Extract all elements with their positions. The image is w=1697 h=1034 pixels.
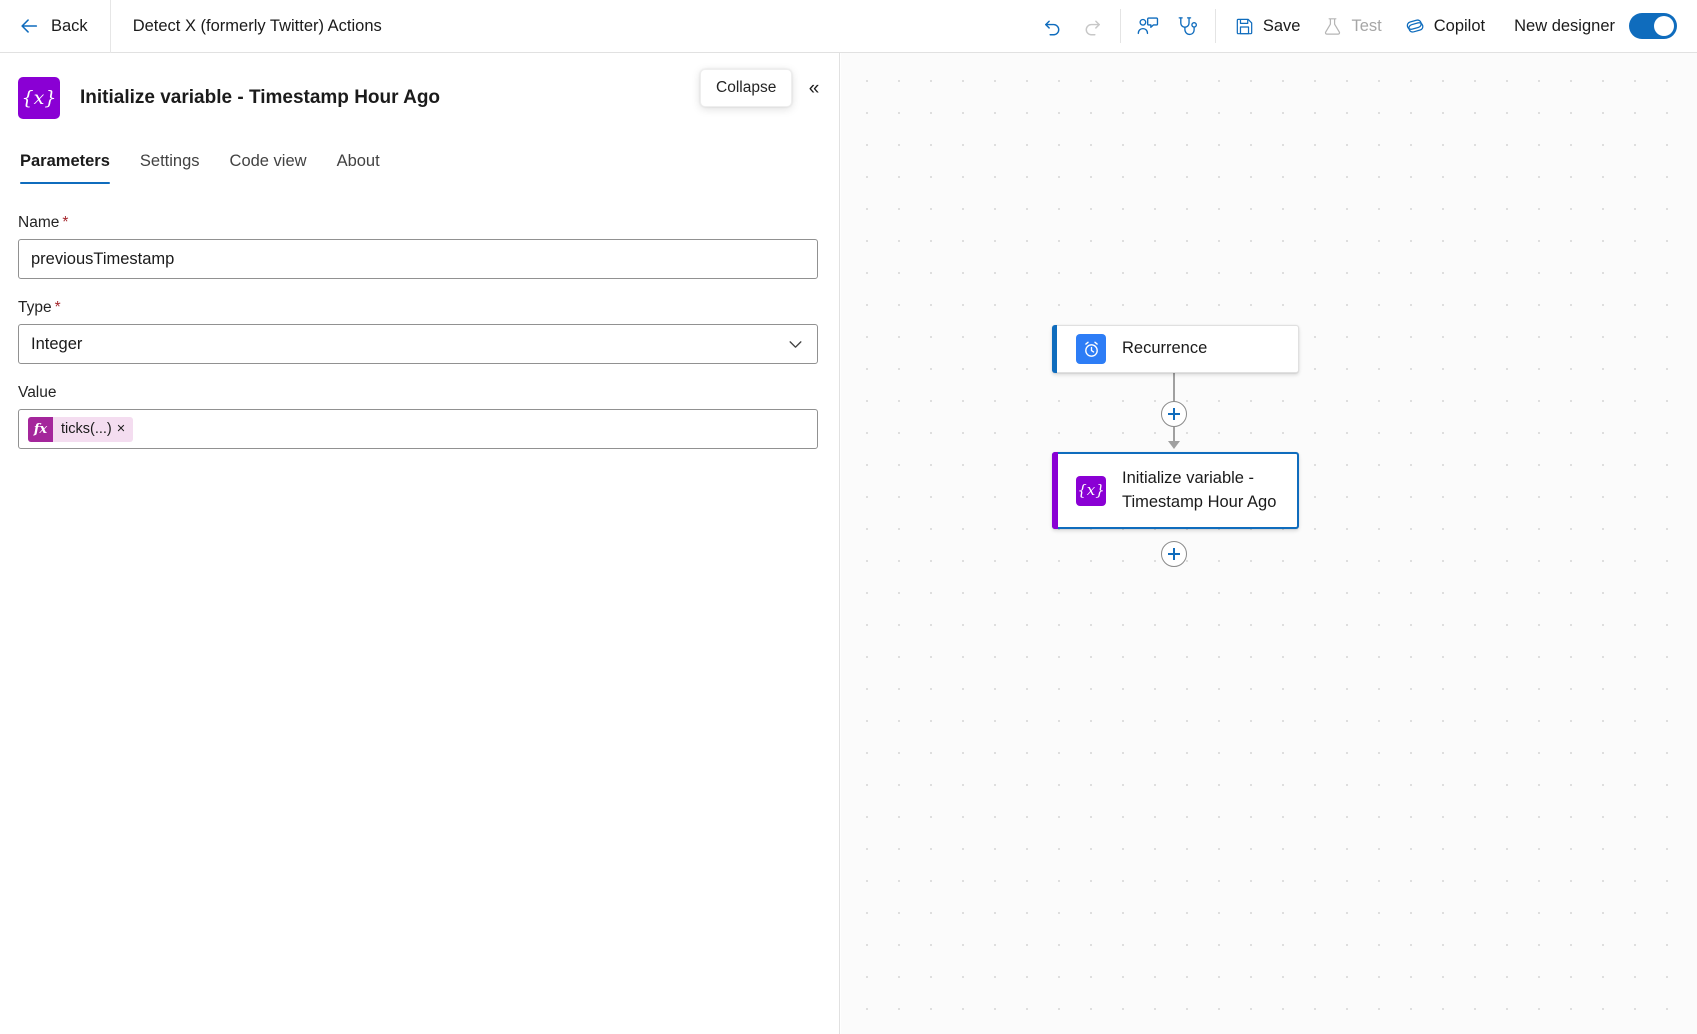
- tab-parameters-label: Parameters: [20, 152, 110, 170]
- required-asterisk: *: [62, 214, 68, 231]
- history-button-group: [1033, 0, 1113, 53]
- value-label-text: Value: [18, 384, 57, 401]
- undo-icon: [1041, 15, 1064, 38]
- tab-code-view-label: Code view: [230, 152, 307, 170]
- type-select-value: Integer: [31, 335, 82, 354]
- logic-app-designer: Back Detect X (formerly Twitter) Actions: [0, 0, 1697, 1034]
- value-input[interactable]: fx ticks(...) ×: [18, 409, 818, 449]
- save-button[interactable]: Save: [1223, 6, 1312, 46]
- variable-braces-glyph: {x}: [1077, 483, 1105, 498]
- tab-about[interactable]: About: [322, 152, 395, 184]
- function-fx-icon: fx: [28, 417, 53, 442]
- node-label-initialize-variable: Initialize variable - Timestamp Hour Ago: [1122, 467, 1276, 514]
- panel-title: Initialize variable - Timestamp Hour Ago: [80, 87, 440, 109]
- workflow-node-recurrence[interactable]: Recurrence: [1052, 325, 1299, 373]
- edge-arrowhead: [1168, 441, 1180, 449]
- parameters-form: Name* Type* Integer: [0, 184, 839, 449]
- workflow-node-initialize-variable[interactable]: {x} Initialize variable - Timestamp Hour…: [1052, 452, 1299, 529]
- back-button[interactable]: Back: [0, 0, 111, 53]
- toggle-knob: [1654, 16, 1674, 36]
- name-input[interactable]: [18, 239, 818, 279]
- flow-title: Detect X (formerly Twitter) Actions: [111, 17, 382, 36]
- redo-button[interactable]: [1073, 6, 1113, 46]
- collapse-tooltip: Collapse: [700, 69, 792, 107]
- add-step-after-initvar[interactable]: [1161, 541, 1187, 567]
- copilot-button-label: Copilot: [1434, 17, 1485, 36]
- type-select[interactable]: Integer: [18, 324, 818, 364]
- toolbar-divider: [1120, 9, 1121, 43]
- feedback-button[interactable]: [1128, 6, 1168, 46]
- troubleshoot-button[interactable]: [1168, 6, 1208, 46]
- save-floppy-icon: [1234, 16, 1255, 37]
- copilot-icon: [1404, 15, 1426, 37]
- chevron-double-left-icon: «: [809, 78, 820, 100]
- test-button[interactable]: Test: [1311, 6, 1392, 46]
- workflow-canvas[interactable]: Recurrence {x} Initialize variable - Tim…: [841, 53, 1697, 1034]
- variable-braces-glyph: {x}: [22, 89, 57, 108]
- tab-about-label: About: [337, 152, 380, 170]
- new-designer-toggle[interactable]: [1629, 13, 1677, 39]
- field-value: Value fx ticks(...) ×: [18, 384, 821, 449]
- test-button-label: Test: [1351, 17, 1381, 36]
- node-label-recurrence: Recurrence: [1122, 337, 1207, 360]
- alarm-clock-icon: [1076, 334, 1106, 364]
- node-label-line-2: Timestamp Hour Ago: [1122, 493, 1276, 511]
- tab-settings[interactable]: Settings: [125, 152, 215, 184]
- collapse-panel-button[interactable]: «: [798, 73, 830, 105]
- action-details-panel: {x} Initialize variable - Timestamp Hour…: [0, 53, 840, 1034]
- type-select-wrapper: Integer: [18, 324, 818, 364]
- toolbar-divider-2: [1215, 9, 1216, 43]
- back-button-label: Back: [51, 17, 88, 36]
- redo-icon: [1081, 15, 1104, 38]
- expression-token-label: ticks(...): [53, 421, 116, 437]
- assist-button-group: [1128, 0, 1208, 53]
- node-accent-bar: [1052, 325, 1057, 373]
- node-accent-bar: [1052, 452, 1058, 529]
- panel-header: {x} Initialize variable - Timestamp Hour…: [0, 53, 839, 119]
- new-designer-label: New designer: [1514, 17, 1615, 36]
- new-designer-control: New designer: [1496, 0, 1697, 53]
- required-asterisk: *: [55, 299, 61, 316]
- value-field-label: Value: [18, 384, 821, 402]
- field-type: Type* Integer: [18, 299, 821, 364]
- copilot-button[interactable]: Copilot: [1393, 6, 1496, 46]
- undo-button[interactable]: [1033, 6, 1073, 46]
- stethoscope-icon: [1176, 15, 1199, 38]
- top-toolbar: Back Detect X (formerly Twitter) Actions: [0, 0, 1697, 53]
- canvas-vertical-scrollbar[interactable]: [1691, 53, 1697, 1034]
- save-button-label: Save: [1263, 17, 1301, 36]
- tab-parameters[interactable]: Parameters: [18, 152, 125, 184]
- back-arrow-icon: [18, 15, 40, 37]
- expression-token[interactable]: fx ticks(...) ×: [28, 417, 133, 442]
- variable-braces-icon: {x}: [1076, 476, 1106, 506]
- add-step-between-recurrence-and-initvar[interactable]: [1161, 401, 1187, 427]
- tab-code-view[interactable]: Code view: [215, 152, 322, 184]
- panel-tabs: Parameters Settings Code view About: [0, 152, 839, 184]
- field-name: Name*: [18, 214, 821, 279]
- remove-token-icon[interactable]: ×: [116, 421, 133, 437]
- type-label-text: Type: [18, 299, 52, 316]
- feedback-person-chat-icon: [1136, 15, 1159, 38]
- type-field-label: Type*: [18, 299, 821, 317]
- flask-icon: [1322, 16, 1343, 37]
- variable-braces-icon: {x}: [18, 77, 60, 119]
- name-field-label: Name*: [18, 214, 821, 232]
- node-label-line-1: Initialize variable -: [1122, 469, 1254, 487]
- edge-recurrence-to-initvar-upper: [1173, 373, 1175, 403]
- tab-settings-label: Settings: [140, 152, 200, 170]
- name-label-text: Name: [18, 214, 59, 231]
